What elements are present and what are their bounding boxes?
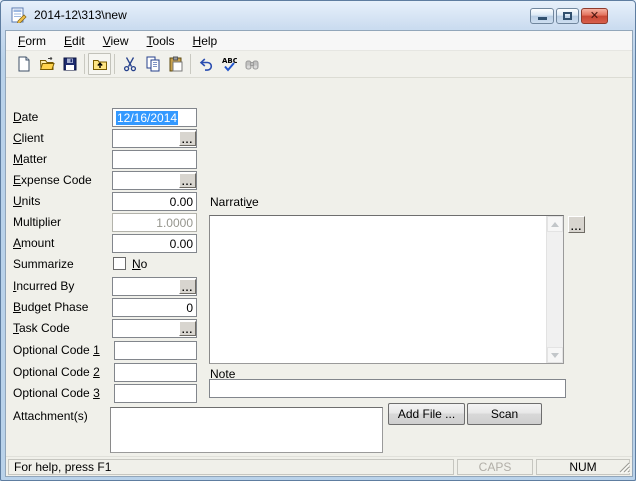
menubar: Form Edit View Tools Help xyxy=(6,31,632,51)
close-icon: ✕ xyxy=(589,9,600,22)
optional-code-2-field[interactable] xyxy=(114,363,197,382)
optional-code-1-field[interactable] xyxy=(114,341,197,360)
budget-phase-label: Budget Phase xyxy=(13,300,89,314)
multiplier-field xyxy=(112,213,197,232)
scroll-up-icon[interactable] xyxy=(547,216,563,232)
menu-tools[interactable]: Tools xyxy=(138,32,184,50)
toolbar-separator xyxy=(190,54,191,74)
toolbar-separator xyxy=(84,54,85,74)
matter-label: Matter xyxy=(13,152,48,166)
paste-icon[interactable] xyxy=(164,53,187,75)
scroll-down-icon[interactable] xyxy=(547,347,563,363)
save-icon[interactable] xyxy=(58,53,81,75)
status-caps-pane: CAPS xyxy=(457,459,533,475)
summarize-checkbox[interactable] xyxy=(113,257,126,270)
attachments-listbox[interactable] xyxy=(110,407,383,453)
menu-form[interactable]: Form xyxy=(9,32,55,50)
date-field[interactable]: 12/16/2014 xyxy=(112,108,197,127)
cut-icon[interactable] xyxy=(118,53,141,75)
client-label: Client xyxy=(13,131,44,145)
copy-icon[interactable] xyxy=(141,53,164,75)
menu-view[interactable]: View xyxy=(94,32,138,50)
note-field[interactable] xyxy=(209,379,566,398)
find-icon[interactable] xyxy=(240,53,263,75)
amount-label: Amount xyxy=(13,236,55,250)
status-help-pane: For help, press F1 xyxy=(8,459,454,475)
incurred-by-label: Incurred By xyxy=(13,279,75,293)
status-caps-text: CAPS xyxy=(478,460,512,474)
menu-help[interactable]: Help xyxy=(184,32,227,50)
matter-field[interactable] xyxy=(112,150,197,169)
units-field[interactable] xyxy=(112,192,197,211)
client-browse-button[interactable]: ... xyxy=(179,131,196,146)
multiplier-label: Multiplier xyxy=(13,215,62,229)
optional-code-1-label: Optional Code 1 xyxy=(13,343,100,357)
resize-grip-icon[interactable] xyxy=(618,461,631,474)
attachments-label: Attachment(s) xyxy=(13,409,88,423)
svg-text:ABC: ABC xyxy=(222,57,237,65)
optional-code-3-label: Optional Code 3 xyxy=(13,386,100,400)
expense-code-browse-button[interactable]: ... xyxy=(179,173,196,188)
units-label: Units xyxy=(13,194,41,208)
toolbar: ABC xyxy=(6,51,632,78)
expense-code-label: Expense Code xyxy=(13,173,92,187)
up-one-level-icon[interactable] xyxy=(88,53,111,75)
incurred-by-browse-button[interactable]: ... xyxy=(179,279,196,294)
window-content: Form Edit View Tools Help ABC Date 12/16… xyxy=(5,30,633,477)
date-label: Date xyxy=(13,110,39,124)
narrative-textarea[interactable] xyxy=(209,215,564,364)
toolbar-separator xyxy=(114,54,115,74)
optional-code-3-field[interactable] xyxy=(114,384,197,403)
amount-field[interactable] xyxy=(112,234,197,253)
scan-button[interactable]: Scan xyxy=(467,403,542,425)
status-num-pane: NUM xyxy=(536,459,630,475)
narrative-browse-button[interactable]: ... xyxy=(568,216,585,233)
date-value: 12/16/2014 xyxy=(116,110,179,125)
statusbar: For help, press F1 CAPS NUM xyxy=(6,456,632,476)
add-file-button[interactable]: Add File ... xyxy=(388,403,465,425)
maximize-icon xyxy=(563,12,572,20)
window-title: 2014-12\313\new xyxy=(34,8,127,22)
open-icon[interactable] xyxy=(35,53,58,75)
close-button[interactable]: ✕ xyxy=(581,8,608,24)
app-icon xyxy=(11,7,27,23)
spell-check-icon[interactable]: ABC xyxy=(217,53,240,75)
maximize-button[interactable] xyxy=(556,8,579,24)
optional-code-2-label: Optional Code 2 xyxy=(13,365,100,379)
minimize-button[interactable] xyxy=(530,8,554,24)
budget-phase-field[interactable] xyxy=(112,298,197,317)
menu-edit[interactable]: Edit xyxy=(55,32,94,50)
task-code-label: Task Code xyxy=(13,321,70,335)
titlebar[interactable]: 2014-12\313\new ✕ xyxy=(0,0,636,30)
summarize-checkbox-label: No xyxy=(132,257,148,271)
summarize-label: Summarize xyxy=(13,257,74,271)
new-document-icon[interactable] xyxy=(12,53,35,75)
minimize-icon xyxy=(537,16,547,20)
narrative-scrollbar[interactable] xyxy=(546,216,563,363)
status-help-text: For help, press F1 xyxy=(14,460,112,474)
undo-icon[interactable] xyxy=(194,53,217,75)
status-num-text: NUM xyxy=(569,460,597,474)
task-code-browse-button[interactable]: ... xyxy=(179,321,196,336)
narrative-label: Narrative xyxy=(210,195,259,209)
